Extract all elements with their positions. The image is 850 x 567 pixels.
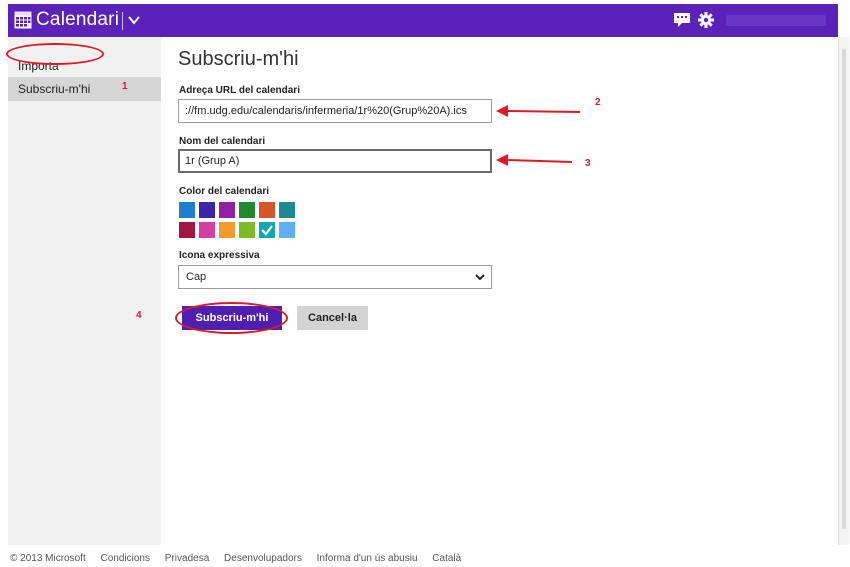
calendar-color-label: Color del calendari: [179, 186, 270, 197]
color-swatch[interactable]: [219, 202, 235, 218]
footer-copyright: © 2013 Microsoft: [10, 553, 86, 564]
chevron-down-icon[interactable]: [127, 13, 141, 27]
footer-link-language[interactable]: Català: [432, 553, 461, 564]
color-swatch[interactable]: [259, 222, 275, 238]
color-swatch[interactable]: [179, 202, 195, 218]
icon-label: Icona expressiva: [179, 250, 260, 261]
color-swatch[interactable]: [199, 202, 215, 218]
calendar-icon[interactable]: [14, 11, 32, 29]
chat-icon[interactable]: [674, 13, 690, 27]
color-swatch[interactable]: [239, 202, 255, 218]
calendar-name-input[interactable]: 1r (Grup A): [178, 149, 492, 173]
color-swatch[interactable]: [239, 222, 255, 238]
icon-select-value: Cap: [186, 271, 207, 283]
calendar-url-input[interactable]: ://fm.udg.edu/calendaris/infermeria/1r%2…: [178, 99, 492, 123]
top-bar: Calendari: [8, 4, 838, 37]
icon-select[interactable]: Cap: [178, 265, 492, 289]
annotation-circle-sidebar: [6, 43, 104, 65]
annotation-number-2: 2: [595, 97, 601, 108]
color-swatch[interactable]: [279, 202, 295, 218]
footer: © 2013 Microsoft Condicions Privadesa De…: [10, 553, 473, 564]
title-separator: [122, 12, 123, 30]
color-swatch[interactable]: [199, 222, 215, 238]
sidebar-item-label: Subscriu-m'hi: [18, 82, 91, 96]
annotation-arrow-3: [496, 154, 573, 166]
annotation-arrow-2: [496, 105, 581, 117]
color-swatch[interactable]: [179, 222, 195, 238]
annotation-number-4: 4: [136, 310, 142, 321]
color-swatch[interactable]: [279, 222, 295, 238]
account-name[interactable]: [726, 15, 826, 26]
footer-link-developers[interactable]: Desenvolupadors: [224, 553, 302, 564]
cancel-button[interactable]: Cancel·la: [297, 306, 368, 330]
scrollbar[interactable]: [838, 37, 849, 545]
url-label: Adreça URL del calendari: [179, 85, 300, 96]
app-title[interactable]: Calendari: [36, 9, 119, 31]
footer-link-privacy[interactable]: Privadesa: [165, 553, 209, 564]
color-swatch[interactable]: [219, 222, 235, 238]
scrollbar-thumb[interactable]: [842, 49, 846, 529]
chevron-down-icon: [475, 274, 485, 281]
color-swatch[interactable]: [259, 202, 275, 218]
checkmark-icon: [261, 225, 273, 236]
annotation-circle-button: [175, 302, 288, 334]
annotation-number-1: 1: [122, 81, 128, 92]
sidebar: Importa Subscriu-m'hi: [8, 37, 161, 545]
footer-link-terms[interactable]: Condicions: [101, 553, 150, 564]
gear-icon[interactable]: [698, 12, 714, 28]
sidebar-item-subscribe[interactable]: Subscriu-m'hi: [8, 77, 161, 101]
annotation-number-3: 3: [585, 158, 591, 169]
footer-link-report-abuse[interactable]: Informa d'un ús abusiu: [317, 553, 418, 564]
page-title: Subscriu-m'hi: [178, 48, 299, 70]
calendar-name-label: Nom del calendari: [179, 136, 266, 147]
